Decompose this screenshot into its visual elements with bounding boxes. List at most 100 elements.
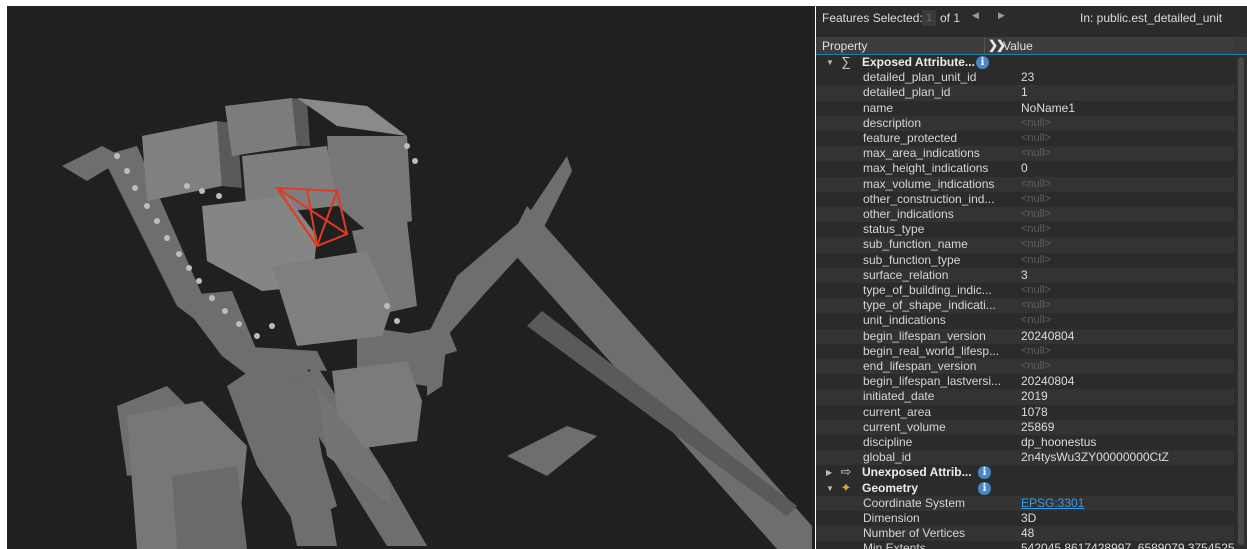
property-row[interactable]: initiated_date 2019: [816, 389, 1234, 405]
property-row[interactable]: Coordinate System EPSG:3301: [816, 495, 1234, 511]
vertical-scrollbar[interactable]: [1235, 55, 1247, 549]
property-name: discipline: [863, 435, 913, 449]
property-row[interactable]: begin_real_world_lifesp... <null>: [816, 343, 1234, 359]
property-row[interactable]: feature_protected <null>: [816, 131, 1234, 147]
property-row[interactable]: Dimension 3D: [816, 511, 1234, 527]
column-separator[interactable]: [984, 37, 985, 54]
property-value: <null>: [1021, 132, 1051, 144]
property-value: 20240804: [1021, 374, 1075, 389]
property-row[interactable]: sub_function_name <null>: [816, 237, 1234, 253]
property-value: <null>: [1021, 147, 1051, 160]
property-value: <null>: [1021, 208, 1051, 220]
property-row[interactable]: max_area_indications <null>: [816, 146, 1234, 162]
next-feature-button[interactable]: ▶: [998, 10, 1005, 21]
property-value: 2019: [1021, 389, 1048, 404]
property-name: sub_function_type: [863, 252, 961, 267]
coordinate-system-link[interactable]: EPSG:3301: [1021, 496, 1084, 511]
property-name: description: [863, 115, 922, 130]
property-name: begin_lifespan_lastversi...: [863, 374, 1002, 389]
property-value: <null>: [1021, 360, 1051, 372]
info-icon[interactable]: i: [978, 466, 991, 480]
prev-feature-button[interactable]: ◀: [972, 10, 979, 21]
property-row[interactable]: unit_indications <null>: [816, 313, 1234, 329]
property-name: Min Extents: [863, 541, 926, 549]
property-name: max_volume_indications: [863, 176, 995, 191]
property-row[interactable]: discipline dp_hoonestus: [816, 435, 1234, 451]
collapse-triangle-icon[interactable]: ▼: [826, 55, 834, 70]
property-row[interactable]: current_area 1078: [816, 404, 1234, 420]
property-name: Dimension: [863, 511, 920, 525]
property-name: surface_relation: [863, 267, 949, 282]
property-value: <null>: [1021, 116, 1051, 129]
group-exposed-attributes[interactable]: ▼ ∑ Exposed Attribute... i: [816, 54, 1234, 71]
property-row[interactable]: Min Extents 542045.8617428997, 6589079.37…: [816, 541, 1247, 549]
property-name: begin_lifespan_version: [863, 328, 986, 343]
property-row[interactable]: surface_relation 3: [816, 267, 1234, 283]
property-value: <null>: [1021, 284, 1051, 296]
property-row[interactable]: current_volume 25869: [816, 419, 1234, 435]
property-value: <null>: [1021, 238, 1051, 251]
property-tree[interactable]: ▼ ∑ Exposed Attribute... i detailed_plan…: [816, 54, 1247, 549]
property-name: unit_indications: [863, 313, 946, 328]
property-row[interactable]: sub_function_type <null>: [816, 252, 1234, 268]
property-row[interactable]: max_volume_indications <null>: [816, 176, 1234, 192]
property-row[interactable]: end_lifespan_version <null>: [816, 359, 1234, 375]
property-value: 2n4tysWu3ZY00000000CtZ: [1021, 450, 1169, 465]
property-row[interactable]: max_height_indications 0: [816, 161, 1234, 177]
3d-viewport[interactable]: [7, 6, 815, 549]
property-value: <null>: [1021, 192, 1051, 205]
group-geometry[interactable]: ▼ ✦ Geometry i: [816, 480, 1234, 496]
collapse-triangle-icon[interactable]: ▼: [826, 481, 834, 496]
panel-header: Features Selected: 1 of 1 ◀ ▶ In: public…: [816, 6, 1247, 30]
property-row[interactable]: begin_lifespan_lastversi... 20240804: [816, 374, 1234, 390]
property-row[interactable]: type_of_building_indic... <null>: [816, 283, 1234, 299]
property-row[interactable]: name NoName1: [816, 100, 1234, 116]
source-table-label: In: public.est_detailed_unit: [1080, 11, 1223, 25]
property-row[interactable]: other_construction_ind... <null>: [816, 191, 1234, 207]
info-icon[interactable]: i: [978, 481, 991, 495]
group-name: Unexposed Attrib...: [862, 465, 972, 480]
property-name: initiated_date: [863, 389, 935, 404]
property-value: 48: [1021, 526, 1035, 541]
group-unexposed-attributes[interactable]: ▶ ⇨ Unexposed Attrib... i: [816, 464, 1234, 481]
property-row[interactable]: other_indications <null>: [816, 207, 1234, 223]
property-row[interactable]: detailed_plan_unit_id 23: [816, 70, 1234, 86]
scene-canvas[interactable]: [7, 6, 815, 549]
info-icon[interactable]: i: [976, 56, 989, 69]
sigma-icon: ∑: [841, 54, 851, 69]
property-name: begin_real_world_lifesp...: [863, 343, 1000, 358]
property-value: <null>: [1021, 253, 1051, 266]
property-value: <null>: [1021, 344, 1051, 357]
shadow-pattern: [527, 311, 797, 516]
property-name: sub_function_name: [863, 237, 968, 252]
property-name: Coordinate System: [863, 495, 966, 510]
property-row[interactable]: begin_lifespan_version 20240804: [816, 328, 1234, 344]
property-value: dp_hoonestus: [1021, 435, 1097, 449]
expand-columns-icon[interactable]: ❯❯: [988, 38, 1006, 52]
group-name: Exposed Attribute...: [862, 55, 975, 69]
property-name: max_area_indications: [863, 146, 980, 161]
property-value: 23: [1021, 70, 1035, 85]
current-feature-index[interactable]: 1: [922, 10, 936, 26]
property-name: Number of Vertices: [863, 526, 966, 541]
property-name: max_height_indications: [863, 161, 989, 176]
features-selected-label: Features Selected:: [822, 11, 923, 25]
property-row[interactable]: type_of_shape_indicati... <null>: [816, 298, 1234, 314]
property-name: status_type: [863, 222, 925, 237]
property-row[interactable]: Number of Vertices 48: [816, 526, 1234, 542]
app-window: Features Selected: 1 of 1 ◀ ▶ In: public…: [0, 0, 1247, 549]
property-name: name: [863, 100, 894, 115]
property-row[interactable]: global_id 2n4tysWu3ZY00000000CtZ: [816, 450, 1234, 466]
property-name: current_area: [863, 404, 932, 419]
value-column-header[interactable]: Value: [1003, 39, 1033, 53]
property-row[interactable]: status_type <null>: [816, 222, 1234, 238]
scrollbar-thumb[interactable]: [1238, 57, 1244, 545]
property-value: 3: [1021, 267, 1028, 282]
property-row[interactable]: detailed_plan_id 1: [816, 85, 1234, 101]
feature-information-panel: Features Selected: 1 of 1 ◀ ▶ In: public…: [816, 6, 1247, 549]
property-column-header[interactable]: Property: [822, 39, 867, 53]
property-value: 0: [1021, 161, 1028, 176]
expand-triangle-icon[interactable]: ▶: [826, 465, 832, 480]
property-row[interactable]: description <null>: [816, 115, 1234, 131]
property-value: <null>: [1021, 223, 1051, 236]
